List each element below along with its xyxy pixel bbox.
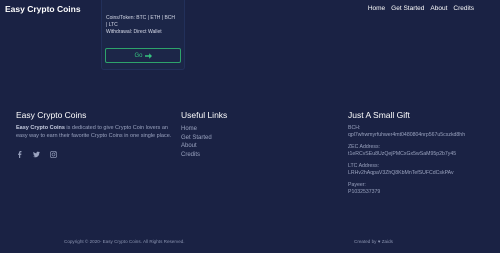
credit-text: Created by ♥ Zaids bbox=[354, 239, 393, 244]
gift-entry-ltc: LTC Address: LRHv2hAqpaV3ZhQ8KbMnTefSUFC… bbox=[348, 163, 488, 176]
footer-gift: Just A Small Gift BCH: qpl7whwmyrfuhwer4… bbox=[348, 110, 488, 201]
coins-line: Coins/Token: BTC | ETH | BCH bbox=[106, 15, 176, 21]
footer-about-title: Easy Crypto Coins bbox=[16, 110, 87, 120]
faucet-card: Coins/Token: BTC | ETH | BCH | LTC Withd… bbox=[101, 0, 185, 70]
nav-link-home[interactable]: Home bbox=[368, 5, 385, 12]
footer-useful-links: Useful Links Home Get Started About Cred… bbox=[181, 110, 301, 159]
footer-link-credits[interactable]: Credits bbox=[181, 151, 301, 160]
nav-link-about[interactable]: About bbox=[430, 5, 447, 12]
instagram-icon[interactable] bbox=[50, 151, 57, 158]
gift-address: P1032537379 bbox=[348, 188, 381, 195]
gift-entry-zec: ZEC Address: t1eRCvSEu8UzQejPMCxGx5wSaM9… bbox=[348, 144, 488, 157]
footer-about-brand: Easy Crypto Coins bbox=[16, 125, 65, 131]
footer-link-about[interactable]: About bbox=[181, 142, 301, 151]
twitter-icon[interactable] bbox=[33, 151, 40, 158]
footer-link-home[interactable]: Home bbox=[181, 125, 301, 134]
arrow-right-icon bbox=[144, 52, 152, 59]
gift-address: t1eRCvSEu8UzQejPMCxGx5wSaM95p2b7y45 bbox=[348, 150, 457, 157]
nav-links: Home Get Started About Credits bbox=[368, 5, 474, 12]
coins-line-continued: | LTC bbox=[106, 22, 118, 28]
nav-link-credits[interactable]: Credits bbox=[453, 5, 474, 12]
gift-entry-payeer: Payeer: P1032537379 bbox=[348, 182, 488, 195]
card-details: Coins/Token: BTC | ETH | BCH | LTC Withd… bbox=[106, 15, 175, 36]
social-links bbox=[16, 151, 176, 158]
gift-address: qpl7whwmyrfuhwer4mt0480804nrp567u5cszkd8… bbox=[348, 131, 466, 138]
brand-logo-text[interactable]: Easy Crypto Coins bbox=[5, 4, 81, 14]
gift-entry-bch: BCH: qpl7whwmyrfuhwer4mt0480804nrp567u5c… bbox=[348, 125, 488, 138]
useful-links-title: Useful Links bbox=[181, 110, 228, 120]
withdrawal-line: Withdrawal: Direct Wallet bbox=[106, 29, 162, 35]
footer-about: Easy Crypto Coins Easy Crypto Coins is d… bbox=[16, 110, 176, 158]
footer: Easy Crypto Coins Easy Crypto Coins is d… bbox=[0, 100, 500, 225]
go-button-label: Go bbox=[134, 52, 143, 59]
gift-address: LRHv2hAqpaV3ZhQ8KbMnTefSUFCdCskPAv bbox=[348, 169, 454, 176]
copyright-text: Copyright © 2020- Easy Crypto Coins. All… bbox=[64, 239, 185, 244]
go-button[interactable]: Go bbox=[105, 48, 181, 63]
facebook-icon[interactable] bbox=[16, 151, 23, 158]
footer-link-get-started[interactable]: Get Started bbox=[181, 134, 301, 143]
navbar: Easy Crypto Coins Home Get Started About… bbox=[0, 0, 500, 20]
nav-link-get-started[interactable]: Get Started bbox=[391, 5, 424, 12]
footer-about-description: Easy Crypto Coins is dedicated to give C… bbox=[16, 125, 176, 140]
gift-title: Just A Small Gift bbox=[348, 110, 410, 120]
useful-links-list: Home Get Started About Credits bbox=[181, 125, 301, 159]
